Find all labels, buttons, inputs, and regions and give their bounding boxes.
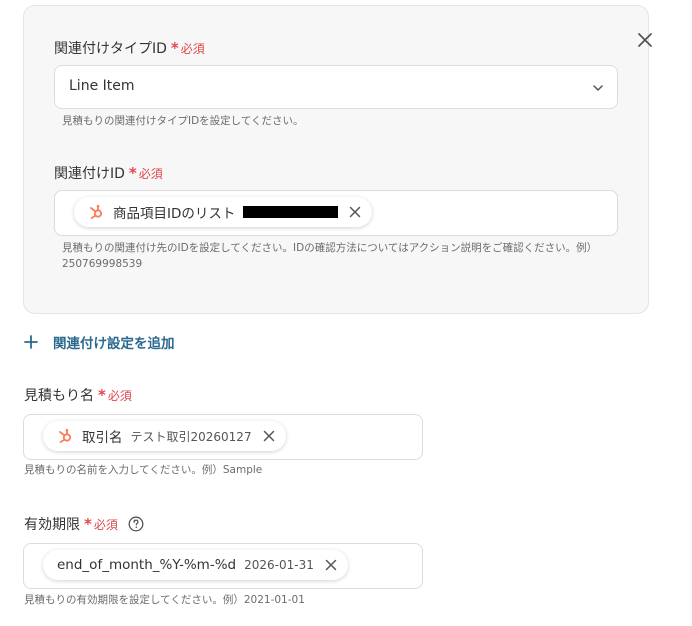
add-association-button[interactable]: 関連付け設定を追加 (24, 332, 175, 352)
association-type-label: 関連付けタイプID * 必須 (54, 38, 205, 58)
expiry-help: 見積もりの有効期限を設定してください。例）2021-01-01 (24, 594, 305, 606)
required-text: 必須 (93, 517, 118, 532)
chevron-down-icon (593, 85, 603, 91)
expiry-label: 有効期限 * 必須 (24, 514, 144, 534)
quote-name-help: 見積もりの名前を入力してください。例）Sample (24, 464, 263, 476)
remove-icon[interactable] (262, 429, 276, 443)
required-text: 必須 (138, 166, 163, 181)
chip-name: 商品項目IDのリスト (113, 206, 236, 222)
remove-icon[interactable] (348, 205, 362, 219)
association-id-help-2: 250769998539 (62, 258, 143, 270)
required-badge: * 必須 (128, 164, 163, 182)
remove-icon[interactable] (324, 558, 338, 572)
quote-name-label-text: 見積もり名 (24, 388, 94, 404)
association-type-help: 見積もりの関連付けタイプIDを設定してください。 (62, 115, 304, 127)
expiry-chip[interactable]: end_of_month_%Y-%m-%d 2026-01-31 (43, 550, 348, 580)
plus-icon (24, 335, 38, 349)
required-text: 必須 (180, 41, 205, 56)
chip-name: 取引名 (82, 430, 123, 446)
required-text: 必須 (107, 388, 132, 403)
association-id-chip[interactable]: 商品項目IDのリスト (74, 197, 373, 227)
quote-name-label: 見積もり名 * 必須 (24, 385, 132, 405)
association-id-help-1: 見積もりの関連付け先のIDを設定してください。IDの確認方法についてはアクション… (62, 242, 598, 254)
required-badge: * 必須 (84, 515, 118, 533)
chip-value: テスト取引20260127 (130, 429, 252, 444)
chip-name: end_of_month_%Y-%m-%d (57, 557, 237, 573)
close-icon[interactable] (634, 29, 656, 51)
required-badge: * 必須 (98, 386, 132, 404)
association-id-label-text: 関連付けID (54, 166, 125, 182)
help-icon[interactable] (128, 516, 144, 532)
association-type-select[interactable]: Line Item (54, 65, 618, 109)
association-type-value: Line Item (69, 78, 135, 94)
association-type-label-text: 関連付けタイプID (54, 41, 167, 57)
association-id-label: 関連付けID * 必須 (54, 163, 163, 183)
redacted-value (243, 206, 339, 218)
add-association-label: 関連付け設定を追加 (53, 336, 175, 352)
quote-name-chip[interactable]: 取引名 テスト取引20260127 (43, 421, 286, 451)
hubspot-icon (59, 428, 72, 443)
hubspot-icon (90, 204, 103, 219)
expiry-label-text: 有効期限 (24, 517, 80, 533)
chip-value: 2026-01-31 (244, 558, 314, 572)
required-badge: * 必須 (170, 39, 205, 57)
